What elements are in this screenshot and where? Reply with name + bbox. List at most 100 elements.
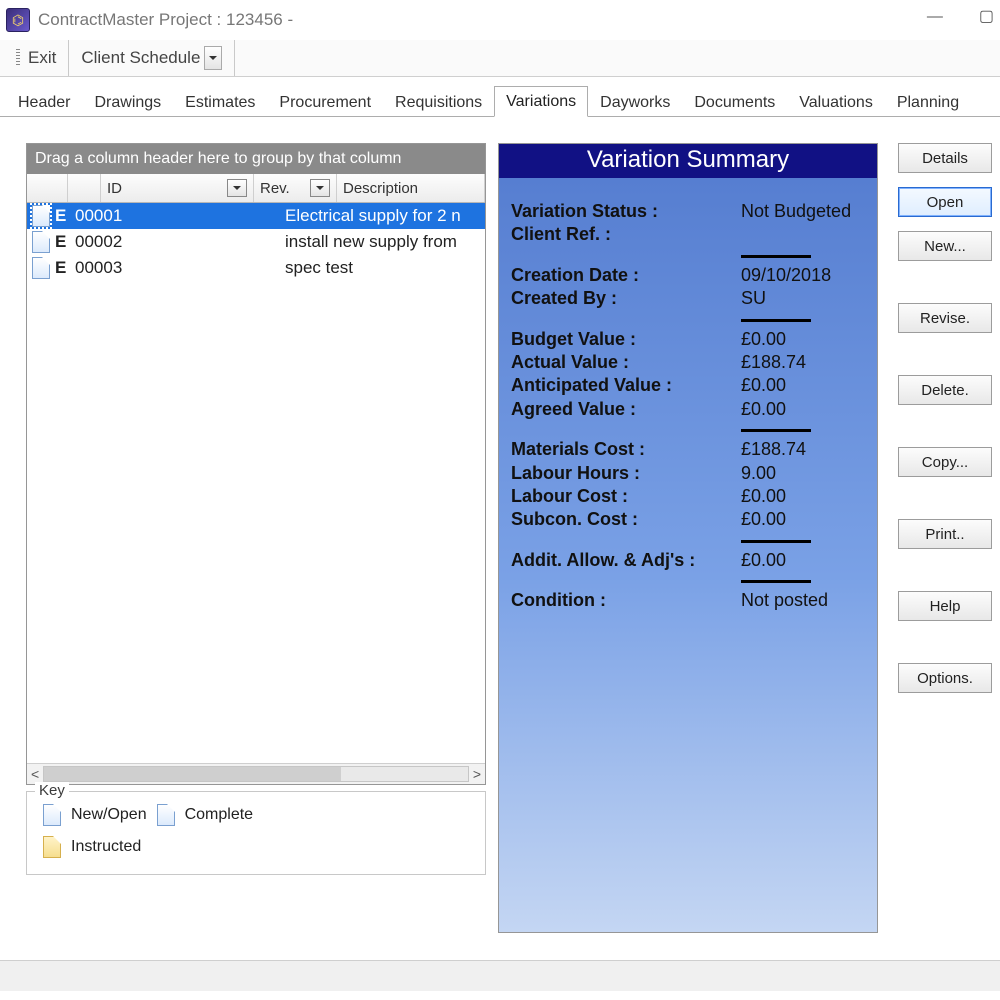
actual-value-label: Actual Value :: [511, 351, 741, 374]
tab-label: Dayworks: [600, 94, 670, 111]
labour-cost-value: £0.00: [741, 485, 865, 508]
key-entry-new-open: New/Open: [43, 804, 147, 826]
client-schedule-dropdown-icon[interactable]: [204, 46, 222, 70]
row-type: E: [55, 206, 75, 226]
action-buttons: Details Open New... Revise. Delete. Copy…: [898, 143, 992, 933]
created-by-label: Created By :: [511, 287, 741, 310]
labour-hours-label: Labour Hours :: [511, 462, 741, 485]
condition-value: Not posted: [741, 589, 865, 612]
variation-summary-panel: Variation Summary Variation Status :Not …: [498, 143, 878, 933]
tab-label: Estimates: [185, 94, 255, 111]
row-icon-cell: [27, 257, 55, 279]
scroll-left-icon[interactable]: <: [31, 766, 39, 782]
tab-label: Header: [18, 94, 70, 111]
tab-strip: Header Drawings Estimates ProcurementRequis…: [0, 77, 1000, 117]
open-button[interactable]: Open: [898, 187, 992, 217]
minimize-icon[interactable]: —: [927, 8, 943, 28]
scrollbar-thumb[interactable]: [44, 767, 341, 781]
agreed-value-label: Agreed Value :: [511, 398, 741, 421]
exit-button[interactable]: Exit: [4, 40, 69, 76]
id-filter-dropdown-icon[interactable]: [227, 179, 247, 197]
grid-header-rev[interactable]: Rev.: [254, 174, 337, 202]
tab-planning[interactable]: Planning: [885, 87, 971, 117]
grid-header-id[interactable]: ID: [101, 174, 254, 202]
row-id: 00001: [75, 206, 215, 226]
grid-header-id-label: ID: [107, 180, 122, 197]
anticipated-value-value: £0.00: [741, 374, 865, 397]
separator: [741, 540, 811, 543]
row-type: E: [55, 232, 75, 252]
row-id: 00003: [75, 258, 215, 278]
status-label: Variation Status :: [511, 200, 741, 223]
tab-label: Drawings: [94, 94, 161, 111]
tab-label: Valuations: [799, 94, 873, 111]
table-row[interactable]: E00003 spec test: [27, 255, 485, 281]
anticipated-value-label: Anticipated Value :: [511, 374, 741, 397]
subcon-cost-label: Subcon. Cost :: [511, 508, 741, 531]
subcon-cost-value: £0.00: [741, 508, 865, 531]
client-schedule-button[interactable]: Client Schedule: [69, 40, 235, 76]
delete-button[interactable]: Delete.: [898, 375, 992, 405]
grid-header-description-label: Description: [343, 180, 418, 197]
tab-valuations[interactable]: Valuations: [787, 87, 885, 117]
tab-estimates[interactable]: Estimates: [173, 87, 267, 117]
grid-header-description[interactable]: Description: [337, 174, 485, 202]
horizontal-scrollbar[interactable]: < >: [27, 763, 485, 784]
tab-dayworks[interactable]: Dayworks: [588, 87, 682, 117]
key-new-open-label: New/Open: [71, 806, 147, 824]
client-schedule-label: Client Schedule: [81, 48, 200, 68]
labour-hours-value: 9.00: [741, 462, 865, 485]
row-description: spec test: [285, 258, 485, 278]
tab-requisitions[interactable]: Requisitions: [383, 87, 494, 117]
group-by-hint[interactable]: Drag a column header here to group by th…: [27, 144, 485, 174]
status-bar: [0, 960, 1000, 991]
new-button[interactable]: New...: [898, 231, 992, 261]
materials-cost-label: Materials Cost :: [511, 438, 741, 461]
status-value: Not Budgeted: [741, 200, 865, 223]
addit-allow-label: Addit. Allow. & Adj's :: [511, 549, 741, 572]
tab-header[interactable]: Header: [6, 87, 82, 117]
budget-value-value: £0.00: [741, 328, 865, 351]
document-icon: [32, 231, 50, 253]
tab-label: Variations: [506, 93, 576, 110]
table-row[interactable]: E00001 Electrical supply for 2 n: [27, 203, 485, 229]
grid-header-icon[interactable]: [27, 174, 68, 202]
copy-button[interactable]: Copy...: [898, 447, 992, 477]
table-row[interactable]: E00002install new supply from: [27, 229, 485, 255]
separator: [741, 429, 811, 432]
document-instructed-icon: [43, 836, 61, 858]
separator: [741, 255, 811, 258]
grid-header-row: ID Rev. Description: [27, 174, 485, 203]
tab-label: Documents: [694, 94, 775, 111]
row-type: E: [55, 258, 75, 278]
key-instructed-label: Instructed: [71, 838, 141, 856]
grid-header-type[interactable]: [68, 174, 101, 202]
tab-drawings[interactable]: Drawings: [82, 87, 173, 117]
tab-variations[interactable]: Variations: [494, 86, 588, 117]
document-icon: [43, 804, 61, 826]
options-button[interactable]: Options.: [898, 663, 992, 693]
print-button[interactable]: Print..: [898, 519, 992, 549]
key-entry-complete: Complete: [157, 804, 303, 826]
tab-documents[interactable]: Documents: [682, 87, 787, 117]
grid-rows: E00001Electrical supply for 2 nE00002ins…: [27, 203, 485, 763]
document-icon: [157, 804, 175, 826]
created-by-value: SU: [741, 287, 865, 310]
rev-filter-dropdown-icon[interactable]: [310, 179, 330, 197]
row-icon-cell: [27, 231, 55, 253]
document-icon: [32, 205, 50, 227]
agreed-value-value: £0.00: [741, 398, 865, 421]
scroll-right-icon[interactable]: >: [473, 766, 481, 782]
tab-procurement[interactable]: Procurement: [267, 87, 383, 117]
maximize-icon[interactable]: ▢: [979, 6, 994, 26]
details-button[interactable]: Details: [898, 143, 992, 173]
help-button[interactable]: Help: [898, 591, 992, 621]
revise-button[interactable]: Revise.: [898, 303, 992, 333]
scrollbar-track[interactable]: [43, 766, 469, 782]
key-legend: Key New/Open Complete Instructed: [26, 791, 486, 875]
key-entry-instructed: Instructed: [43, 836, 303, 858]
variations-grid: Drag a column header here to group by th…: [26, 143, 486, 785]
row-description: Electrical supply for 2 n: [285, 206, 485, 226]
labour-cost-label: Labour Cost :: [511, 485, 741, 508]
row-id: 00002: [75, 232, 215, 252]
